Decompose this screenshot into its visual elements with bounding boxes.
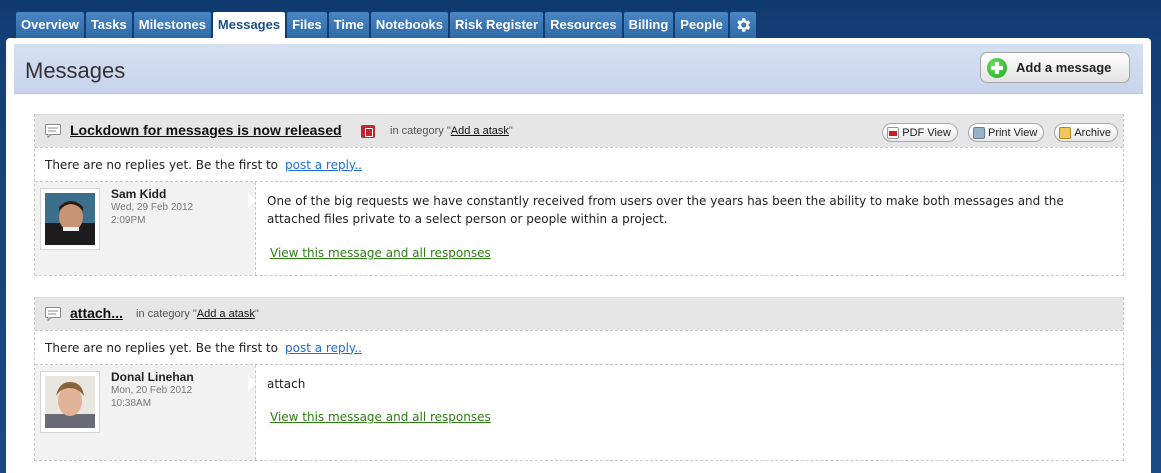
post-date: Mon, 20 Feb 2012 xyxy=(111,385,193,396)
post-reply-link[interactable]: post a reply.. xyxy=(285,158,362,172)
author-column: Sam Kidd Wed, 29 Feb 2012 2:09PM xyxy=(35,182,256,275)
category-link[interactable]: Add a atask xyxy=(197,308,255,320)
tab-files[interactable]: Files xyxy=(287,12,327,38)
avatar-photo xyxy=(45,193,95,245)
archive-folder-icon xyxy=(1059,126,1072,139)
print-view-button[interactable]: Print View xyxy=(967,123,1045,142)
tab-milestones[interactable]: Milestones xyxy=(133,12,211,38)
message-body: attach xyxy=(267,377,306,391)
message-item: attach... in category "Add a atask" Ther… xyxy=(34,297,1124,461)
tab-time[interactable]: Time xyxy=(328,12,369,38)
add-plus-icon xyxy=(987,57,1007,78)
post-reply-link[interactable]: post a reply.. xyxy=(285,341,362,355)
post-date: Wed, 29 Feb 2012 xyxy=(111,202,194,213)
tab-billing[interactable]: Billing xyxy=(623,12,674,38)
lock-icon xyxy=(361,125,375,138)
post-time: 2:09PM xyxy=(111,215,146,226)
message-body-row: Sam Kidd Wed, 29 Feb 2012 2:09PM One of … xyxy=(35,181,1123,275)
page-header: Messages Add a message xyxy=(14,44,1143,94)
message-item: Lockdown for messages is now released in… xyxy=(34,114,1124,276)
tab-risk-register[interactable]: Risk Register xyxy=(449,12,544,38)
message-header: Lockdown for messages is now released in… xyxy=(35,114,1123,147)
tab-messages[interactable]: Messages xyxy=(212,12,286,40)
message-header: attach... in category "Add a atask" xyxy=(35,297,1123,330)
add-message-label: Add a message xyxy=(1016,60,1112,75)
pdf-view-button[interactable]: PDF View xyxy=(882,123,958,142)
tab-resources[interactable]: Resources xyxy=(545,12,622,38)
message-title[interactable]: attach... xyxy=(70,305,123,321)
tab-notebooks[interactable]: Notebooks xyxy=(370,12,448,38)
avatar xyxy=(40,188,100,250)
project-tabs: Overview Tasks Milestones Messages Files… xyxy=(16,12,756,40)
no-replies-row: There are no replies yet. Be the first t… xyxy=(35,147,1123,181)
printer-icon xyxy=(972,126,985,139)
message-category: in category "Add a atask" xyxy=(136,308,259,320)
message-title[interactable]: Lockdown for messages is now released xyxy=(70,122,342,138)
no-replies-text: There are no replies yet. Be the first t… xyxy=(45,340,279,355)
post-time: 10:38AM xyxy=(111,398,152,409)
avatar xyxy=(40,371,100,433)
tab-settings[interactable] xyxy=(729,12,756,38)
gear-icon xyxy=(737,18,751,32)
author-name: Sam Kidd xyxy=(111,187,167,201)
message-bubble-icon xyxy=(45,307,61,321)
author-column: Donal Linehan Mon, 20 Feb 2012 10:38AM xyxy=(35,365,256,460)
message-actions: PDF View Print View Archive xyxy=(882,123,1118,142)
tab-tasks[interactable]: Tasks xyxy=(85,12,132,38)
add-message-button[interactable]: Add a message xyxy=(980,52,1130,83)
message-body-row: Donal Linehan Mon, 20 Feb 2012 10:38AM a… xyxy=(35,364,1123,460)
author-name: Donal Linehan xyxy=(111,370,194,384)
no-replies-row: There are no replies yet. Be the first t… xyxy=(35,330,1123,364)
category-link[interactable]: Add a atask xyxy=(451,125,509,137)
pdf-icon xyxy=(887,126,900,139)
no-replies-text: There are no replies yet. Be the first t… xyxy=(45,157,279,172)
avatar-photo xyxy=(45,376,95,428)
page-title: Messages xyxy=(25,58,126,83)
view-message-link[interactable]: View this message and all responses xyxy=(270,410,491,424)
view-message-link[interactable]: View this message and all responses xyxy=(270,246,491,260)
message-bubble-icon xyxy=(45,124,61,138)
archive-button[interactable]: Archive xyxy=(1054,123,1118,142)
tab-overview[interactable]: Overview xyxy=(16,12,84,38)
message-body: One of the big requests we have constant… xyxy=(267,194,1064,226)
tab-people[interactable]: People xyxy=(675,12,728,38)
message-category: in category "Add a atask" xyxy=(390,125,513,137)
content-panel: Messages Add a message Lockdown for mess… xyxy=(6,38,1151,473)
